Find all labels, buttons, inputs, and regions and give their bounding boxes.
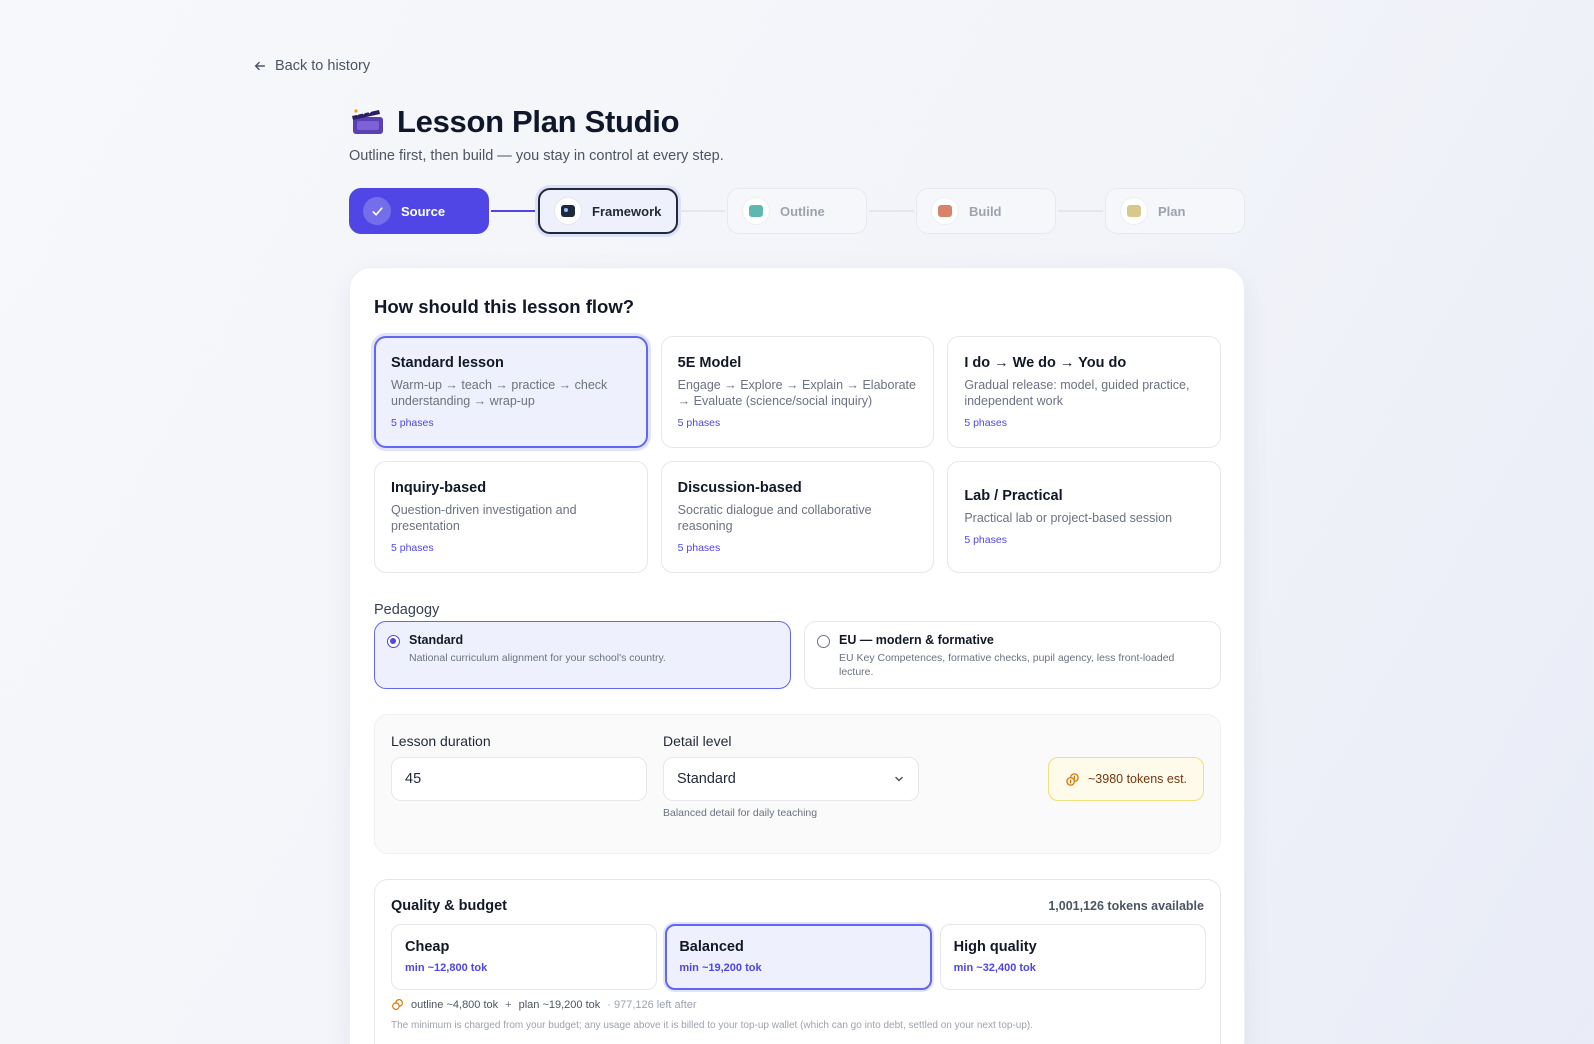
framework-phases: 5 phases xyxy=(677,417,721,429)
quality-option-balanced[interactable]: Balanced min ~19,200 tok xyxy=(665,924,932,990)
framework-desc: Gradual release: model, guided practice,… xyxy=(964,378,1190,408)
step-label: Plan xyxy=(1158,203,1186,219)
step-connector xyxy=(680,210,725,212)
quality-option-min: min ~12,800 tok xyxy=(405,962,488,974)
outline-icon xyxy=(742,197,770,225)
framework-desc: Question-driven investigation and presen… xyxy=(391,503,577,533)
quality-options: Cheap min ~12,800 tok Balanced min ~19,2… xyxy=(391,924,1206,990)
quality-option-high[interactable]: High quality min ~32,400 tok xyxy=(939,924,1206,990)
framework-desc: Practical lab or project-based session xyxy=(964,511,1173,525)
framework-grid: Standard lesson Warm-up → teach → practi… xyxy=(374,336,1221,573)
detail-level-hint: Balanced detail for daily teaching xyxy=(663,807,818,819)
pedagogy-options: Standard National curriculum alignment f… xyxy=(374,621,1221,689)
framework-option-5e-model[interactable]: 5E Model Engage → Explore → Explain → El… xyxy=(660,336,935,448)
framework-title: Inquiry-based xyxy=(391,480,487,496)
framework-phases: 5 phases xyxy=(964,417,1007,429)
step-label: Outline xyxy=(780,203,825,219)
framework-phases: 5 phases xyxy=(391,417,434,429)
detail-level-label: Detail level xyxy=(663,733,732,749)
framework-desc: Warm-up → teach → practice → check under… xyxy=(391,378,608,408)
framework-title: 5E Model xyxy=(677,355,742,371)
pedagogy-label: Pedagogy xyxy=(374,602,440,618)
billing-note: The minimum is charged from your budget;… xyxy=(391,1020,1034,1031)
framework-option-inquiry-based[interactable]: Inquiry-based Question-driven investigat… xyxy=(374,461,648,573)
check-icon xyxy=(363,197,391,225)
back-to-history-link[interactable]: Back to history xyxy=(253,58,370,74)
duration-input[interactable] xyxy=(391,757,647,801)
pedagogy-option-eu[interactable]: EU — modern & formative EU Key Competenc… xyxy=(804,621,1221,689)
page-title: Lesson Plan Studio xyxy=(397,104,680,139)
framework-option-lab-practical[interactable]: Lab / Practical Practical lab or project… xyxy=(947,461,1221,573)
quality-budget-panel: Quality & budget 1,001,126 tokens availa… xyxy=(374,879,1221,1044)
token-estimate-badge: ~3980 tokens est. xyxy=(1048,757,1204,801)
framework-title: I do → We do → You do xyxy=(964,355,1127,371)
quality-option-title: High quality xyxy=(953,939,1037,955)
token-estimate: ~3980 tokens est. xyxy=(1087,772,1188,786)
lesson-settings-panel: Lesson duration Detail level Standard Ba… xyxy=(374,714,1221,854)
framework-title: Discussion-based xyxy=(677,480,802,496)
quality-title: Quality & budget xyxy=(391,898,507,914)
pedagogy-title: EU — modern & formative xyxy=(839,633,994,647)
framework-option-discussion-based[interactable]: Discussion-based Socratic dialogue and c… xyxy=(660,461,935,573)
lesson-clapper-icon xyxy=(352,109,383,134)
flow-question: How should this lesson flow? xyxy=(374,296,635,317)
step-connector xyxy=(869,210,914,212)
tokens-left-after: · 977,126 left after xyxy=(607,998,697,1011)
token-breakdown: outline ~4,800 tok + plan ~19,200 tok · … xyxy=(391,998,697,1011)
duration-label: Lesson duration xyxy=(391,733,491,749)
radio-selected[interactable] xyxy=(387,635,400,648)
quality-option-title: Cheap xyxy=(405,939,450,955)
coins-icon xyxy=(392,999,403,1010)
step-connector xyxy=(491,210,536,212)
framework-option-i-do-we-do[interactable]: I do → We do → You do Gradual release: m… xyxy=(947,336,1221,448)
quality-option-title: Balanced xyxy=(679,939,744,955)
plan-icon xyxy=(1120,197,1148,225)
step-label: Source xyxy=(401,203,446,219)
pedagogy-desc: National curriculum alignment for your s… xyxy=(409,652,666,664)
page-header: Lesson Plan Studio Outline first, then b… xyxy=(349,104,724,164)
progress-stepper: Source Framework Outline Build Plan xyxy=(349,188,1245,234)
framework-icon xyxy=(554,197,582,225)
quality-option-min: min ~32,400 tok xyxy=(953,962,1036,974)
step-source[interactable]: Source xyxy=(349,188,489,234)
back-label: Back to history xyxy=(275,58,371,74)
radio-unselected[interactable] xyxy=(817,635,830,648)
step-outline[interactable]: Outline xyxy=(727,188,867,234)
step-framework[interactable]: Framework xyxy=(538,188,678,234)
page-subtitle: Outline first, then build — you stay in … xyxy=(349,148,724,164)
detail-level-select[interactable]: Standard xyxy=(663,757,919,801)
chevron-down-icon xyxy=(895,776,903,782)
framework-card: How should this lesson flow? Standard le… xyxy=(349,267,1245,1044)
framework-phases: 5 phases xyxy=(677,542,721,554)
outline-cost: outline ~4,800 tok xyxy=(411,998,499,1011)
framework-desc: Socratic dialogue and collaborative reas… xyxy=(677,503,872,533)
pedagogy-title: Standard xyxy=(409,633,464,647)
framework-phases: 5 phases xyxy=(391,542,434,554)
tokens-available: 1,001,126 tokens available xyxy=(1048,899,1204,913)
quality-option-cheap[interactable]: Cheap min ~12,800 tok xyxy=(391,924,658,990)
framework-phases: 5 phases xyxy=(964,534,1007,546)
framework-title: Standard lesson xyxy=(391,355,504,371)
plus-sign: + xyxy=(505,998,512,1011)
framework-title: Lab / Practical xyxy=(964,488,1063,504)
step-connector xyxy=(1058,210,1103,212)
detail-level-value: Standard xyxy=(677,771,736,787)
step-label: Framework xyxy=(592,203,662,219)
coins-icon xyxy=(1066,772,1079,786)
pedagogy-desc: EU Key Competences, formative checks, pu… xyxy=(839,652,1175,678)
step-label: Build xyxy=(969,203,1002,219)
build-icon xyxy=(931,197,959,225)
pedagogy-option-standard[interactable]: Standard National curriculum alignment f… xyxy=(374,621,791,689)
quality-option-min: min ~19,200 tok xyxy=(679,962,762,974)
step-plan[interactable]: Plan xyxy=(1105,188,1245,234)
step-build[interactable]: Build xyxy=(916,188,1056,234)
framework-option-standard-lesson[interactable]: Standard lesson Warm-up → teach → practi… xyxy=(374,336,648,448)
arrow-left-icon xyxy=(254,61,266,71)
plan-cost: plan ~19,200 tok xyxy=(518,998,601,1011)
framework-desc: Engage → Explore → Explain → Elaborate →… xyxy=(677,378,916,408)
